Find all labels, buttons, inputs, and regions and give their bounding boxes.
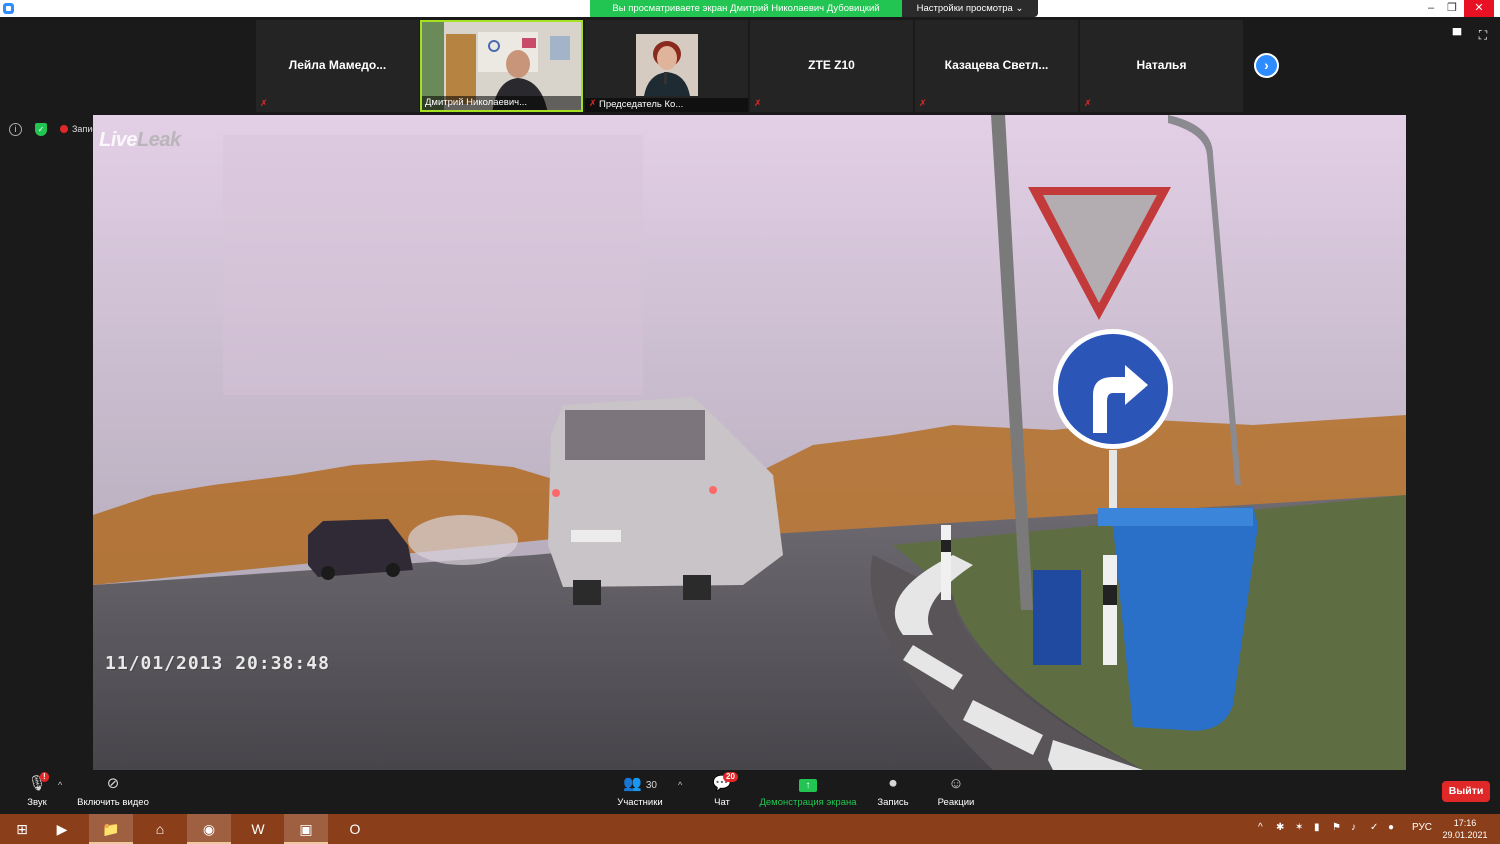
record-dot-icon: [60, 125, 68, 133]
participant-tile-active-speaker[interactable]: Дмитрий Николаевич...: [420, 20, 583, 112]
participant-name: Наталья: [1136, 58, 1187, 72]
watermark-live-text: Live: [99, 129, 138, 151]
share-screen-icon: ↑: [756, 775, 860, 793]
mic-muted-icon: ✗: [1084, 98, 1092, 108]
fullscreen-icon[interactable]: ⛶: [1476, 29, 1490, 41]
minimize-button[interactable]: –: [1420, 0, 1442, 17]
windows-start-icon[interactable]: ⊞: [0, 814, 44, 844]
participant-name: Казацева Светл...: [944, 58, 1049, 72]
restore-button[interactable]: ❐: [1441, 0, 1463, 17]
tray-app-icon[interactable]: ✓: [1370, 822, 1378, 833]
tray-app-icon[interactable]: ✱: [1276, 822, 1284, 833]
view-layout-icon[interactable]: ▀: [1450, 29, 1464, 41]
participant-tile[interactable]: Наталья ✗: [1080, 20, 1243, 112]
participant-name: Дмитрий Николаевич...: [422, 96, 581, 110]
zoom-taskbar-icon[interactable]: ▣: [284, 814, 328, 844]
windows-taskbar: ⊞ ▶ 📁 ⌂ ◉ W ▣ O ^ ✱ ✶ ▮ ⚑ ♪ ✓ ● РУС 17:1…: [0, 814, 1500, 844]
mic-muted-icon: ✗: [919, 98, 927, 108]
flag-icon[interactable]: ⚑: [1332, 822, 1341, 833]
participant-tile[interactable]: Председатель Ко... ✗: [585, 20, 748, 112]
video-label: Включить видео: [77, 797, 149, 808]
audio-label: Звук: [27, 797, 47, 808]
input-language[interactable]: РУС: [1412, 822, 1432, 833]
outlook-icon[interactable]: O: [333, 814, 377, 844]
clock-date: 29.01.2021: [1442, 830, 1488, 840]
video-off-icon: ⊘: [106, 775, 120, 792]
record-button[interactable]: ⏺ Запись: [873, 775, 913, 808]
participant-avatar: [636, 34, 698, 96]
participant-name: Лейла Мамедо...: [288, 58, 387, 72]
mic-muted-icon: ✗: [589, 98, 597, 108]
participant-name: Председатель Ко...: [585, 98, 748, 112]
meeting-info-icon[interactable]: i: [9, 123, 22, 136]
chat-button[interactable]: 💬 20 Чат: [707, 772, 738, 808]
word-icon[interactable]: W: [236, 814, 280, 844]
reactions-button[interactable]: ☺ Реакции: [933, 775, 979, 808]
participant-tile[interactable]: ZTE Z10 ✗: [750, 20, 913, 112]
participants-label: Участники: [617, 797, 663, 808]
participants-options-caret-icon[interactable]: ^: [678, 780, 682, 790]
chrome-icon[interactable]: ◉: [187, 814, 231, 844]
security-shield-icon[interactable]: ✓: [35, 123, 47, 136]
audio-warning-badge: !: [40, 772, 49, 782]
screen-share-banner: Вы просматриваете экран Дмитрий Николаев…: [590, 0, 902, 17]
media-player-icon[interactable]: ▶: [40, 814, 84, 844]
chat-icon: 💬 20: [707, 772, 738, 793]
chat-label: Чат: [714, 797, 730, 808]
meeting-toolbar: 🎙! Звук ^ ⊘ Включить видео 👥 30 Участник…: [0, 771, 1500, 814]
zoom-logo-icon: [3, 3, 14, 14]
close-window-button[interactable]: ✕: [1464, 0, 1494, 17]
share-label: Демонстрация экрана: [759, 797, 857, 808]
window-titlebar: Вы просматриваете экран Дмитрий Николаев…: [0, 0, 1500, 17]
record-label: Запись: [877, 797, 909, 808]
share-screen-button[interactable]: ↑ Демонстрация экрана: [756, 775, 860, 808]
chat-unread-badge: 20: [723, 772, 738, 782]
home-icon[interactable]: ⌂: [138, 814, 182, 844]
participant-tile[interactable]: Лейла Мамедо... ✗: [256, 20, 419, 112]
participants-button[interactable]: 👥 30 Участники: [612, 775, 668, 808]
mic-muted-icon: ✗: [754, 98, 762, 108]
start-video-button[interactable]: ⊘ Включить видео: [74, 775, 152, 808]
record-icon: ⏺: [889, 775, 897, 792]
tray-expand-icon[interactable]: ^: [1258, 822, 1263, 833]
network-icon[interactable]: ▮: [1314, 822, 1320, 833]
view-options-dropdown[interactable]: Настройки просмотра ⌄: [902, 0, 1038, 17]
participant-tile[interactable]: Казацева Светл... ✗: [915, 20, 1078, 112]
participants-count: 30: [645, 780, 657, 791]
audio-button[interactable]: 🎙! Звук: [22, 772, 52, 808]
microphone-icon: 🎙!: [22, 772, 52, 793]
participant-name: ZTE Z10: [808, 58, 855, 72]
clock-time: 17:16: [1453, 818, 1477, 828]
volume-icon[interactable]: ♪: [1351, 822, 1356, 833]
shared-screen-view[interactable]: LiveLeak 11/01/2013 20:38:48: [93, 115, 1406, 770]
liveleak-watermark: LiveLeak: [99, 129, 181, 152]
mic-muted-icon: ✗: [260, 98, 268, 108]
system-clock[interactable]: 17:16 29.01.2021: [1440, 817, 1490, 841]
leave-meeting-button[interactable]: Выйти: [1442, 781, 1490, 802]
next-page-chevron-icon[interactable]: ›: [1254, 53, 1279, 78]
security-tray-icon[interactable]: ●: [1388, 822, 1394, 833]
file-explorer-icon[interactable]: 📁: [89, 814, 133, 844]
participants-icon: 👥 30: [623, 775, 657, 792]
reactions-smiley-icon: ☺: [948, 775, 964, 792]
video-timestamp: 11/01/2013 20:38:48: [105, 653, 330, 674]
audio-options-caret-icon[interactable]: ^: [58, 780, 62, 790]
watermark-leak-text: Leak: [137, 129, 181, 151]
reactions-label: Реакции: [937, 797, 975, 808]
tray-app-icon[interactable]: ✶: [1295, 822, 1303, 833]
